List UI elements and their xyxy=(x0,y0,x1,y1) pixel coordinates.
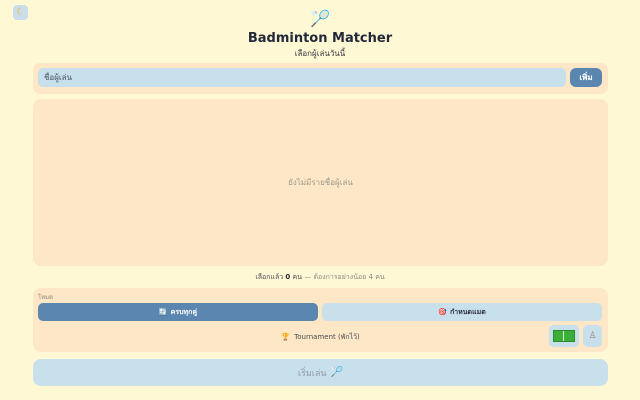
add-player-card: เพิ่ม xyxy=(33,63,608,94)
start-game-button[interactable]: เริ่มเล่น 🏸 xyxy=(33,359,608,386)
add-player-button[interactable]: เพิ่ม xyxy=(570,68,602,87)
app-title: Badminton Matcher xyxy=(247,31,393,46)
court-icon xyxy=(553,330,575,342)
selection-unit: คน xyxy=(292,273,302,281)
figure-icon: ♙ xyxy=(588,331,597,341)
players-list-panel: ยังไม่มีรายชื่อผู้เล่น xyxy=(33,99,608,266)
selection-count: เลือกแล้ว 0 คน — ต้องการอย่างน้อย 4 คน xyxy=(0,272,640,283)
selection-count-value: 0 xyxy=(285,273,291,281)
trophy-icon: 🏆 xyxy=(281,333,290,341)
shuffle-icon: 🔄 xyxy=(158,308,168,316)
mode-all-pairs-button[interactable]: 🔄 ครบทุกคู่ xyxy=(38,303,318,321)
tournament-label: Tournament (พักไว้) xyxy=(294,333,360,341)
mode-custom-match-label: กำหนดแมต xyxy=(449,307,486,316)
mode-card: โหมด 🔄 ครบทุกคู่ 🎯 กำหนดแมต 🏆 Tournament… xyxy=(33,288,608,352)
selection-separator: — xyxy=(304,273,312,281)
app-header: 🏸 Badminton Matcher เลือกผู้เล่นวันนี้ xyxy=(0,10,640,60)
player-name-input[interactable] xyxy=(38,68,566,87)
mode-all-pairs-label: ครบทุกคู่ xyxy=(170,307,198,316)
mode-custom-match-button[interactable]: 🎯 กำหนดแมต xyxy=(322,303,602,321)
app-subtitle: เลือกผู้เล่นวันนี้ xyxy=(294,49,346,58)
badminton-racket-icon: 🏸 xyxy=(310,9,330,28)
selection-prefix: เลือกแล้ว xyxy=(255,273,284,281)
mode-label: โหมด xyxy=(38,294,54,301)
empty-players-message: ยังไม่มีรายชื่อผู้เล่น xyxy=(288,178,353,187)
badminton-racket-icon: 🏸 xyxy=(330,367,344,378)
target-icon: 🎯 xyxy=(438,308,447,316)
figure-view-button[interactable]: ♙ xyxy=(583,325,602,347)
selection-hint: ต้องการอย่างน้อย 4 คน xyxy=(313,273,385,281)
tournament-option[interactable]: 🏆 Tournament (พักไว้) xyxy=(33,332,608,343)
court-view-button[interactable] xyxy=(549,325,579,347)
start-label: เริ่มเล่น xyxy=(297,368,327,379)
